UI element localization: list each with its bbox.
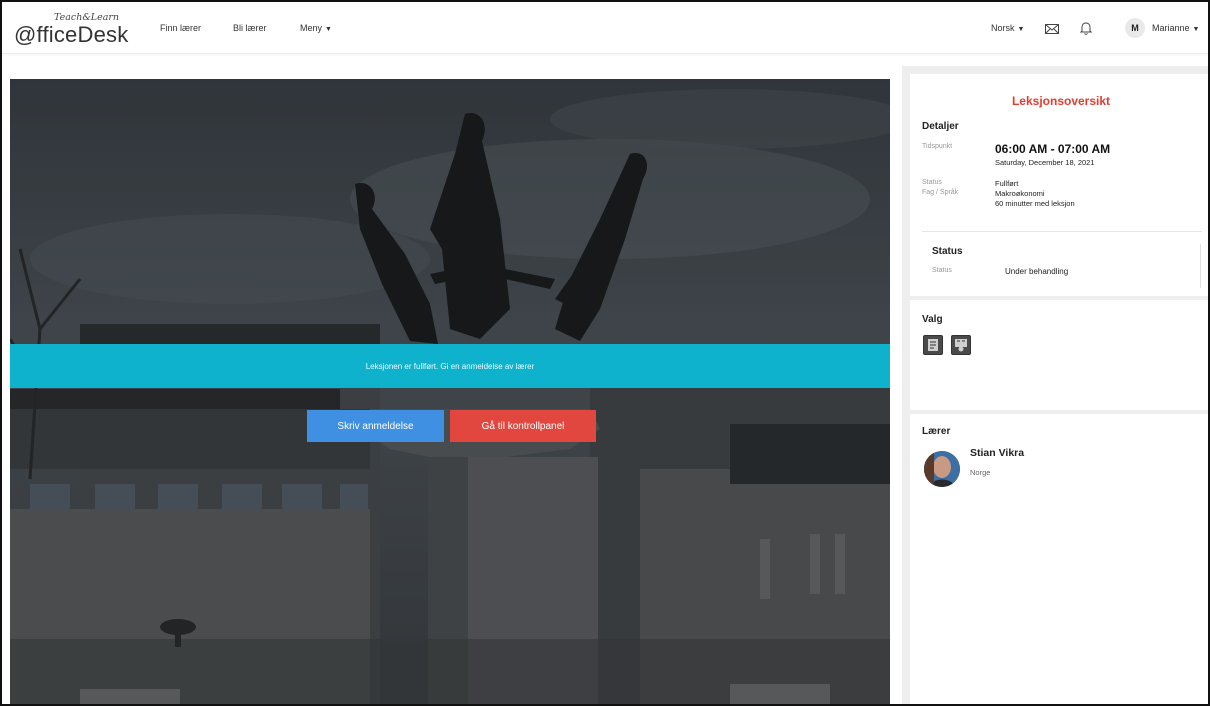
chevron-down-icon: ▼ bbox=[325, 26, 332, 33]
document-icon[interactable] bbox=[923, 335, 943, 355]
top-navbar: Teach&Learn @fficeDesk Finn lærer Bli læ… bbox=[2, 2, 1208, 54]
divider bbox=[1200, 244, 1201, 288]
status2-label: Status bbox=[932, 267, 952, 274]
lesson-complete-banner: Leksjonen er fullført. Gi en anmeldelse … bbox=[10, 344, 890, 388]
options-heading: Valg bbox=[922, 314, 943, 325]
status2-value: Under behandling bbox=[1005, 267, 1069, 276]
status-label: Status bbox=[922, 179, 942, 186]
user-menu[interactable]: Marianne ▼ bbox=[1152, 23, 1199, 33]
nav-find-teacher[interactable]: Finn lærer bbox=[160, 23, 201, 33]
language-select[interactable]: Norsk ▼ bbox=[991, 23, 1024, 33]
teacher-country: Norge bbox=[970, 468, 991, 477]
hero-background-photo bbox=[10, 79, 890, 704]
mail-icon[interactable] bbox=[1044, 21, 1060, 37]
nav-menu-dropdown[interactable]: Meny ▼ bbox=[300, 23, 332, 33]
divider bbox=[922, 231, 1202, 232]
user-name: Marianne bbox=[1152, 23, 1190, 33]
teacher-heading: Lærer bbox=[922, 426, 951, 437]
banner-text: Leksjonen er fullført. Gi en anmeldelse … bbox=[365, 361, 535, 371]
hero-section: Leksjonen er fullført. Gi en anmeldelse … bbox=[10, 79, 890, 704]
teacher-card: Lærer Stian Vikra Norge bbox=[910, 414, 1208, 704]
subject-value: Makroøkonomi bbox=[995, 189, 1045, 198]
details-heading: Detaljer bbox=[922, 121, 959, 132]
teacher-name[interactable]: Stian Vikra bbox=[970, 447, 1024, 459]
status-heading: Status bbox=[932, 246, 963, 257]
options-card: Valg bbox=[910, 300, 1208, 410]
status-value: Fullført bbox=[995, 179, 1019, 188]
language-label: Norsk bbox=[991, 23, 1015, 33]
chevron-down-icon: ▼ bbox=[1192, 26, 1200, 33]
logo[interactable]: Teach&Learn @fficeDesk bbox=[14, 12, 144, 47]
write-review-button[interactable]: Skriv anmeldelse bbox=[307, 410, 444, 442]
duration-value: 60 minutter med leksjon bbox=[995, 199, 1075, 208]
time-label: Tidspunkt bbox=[922, 143, 953, 150]
nav-menu-label: Meny bbox=[300, 23, 323, 33]
time-value: 06:00 AM - 07:00 AM bbox=[995, 142, 1111, 156]
date-value: Saturday, December 18, 2021 bbox=[995, 158, 1095, 167]
logo-text: @fficeDesk bbox=[14, 22, 129, 47]
lesson-overview-card: Leksjonsoversikt Detaljer Tidspunkt 06:0… bbox=[910, 74, 1208, 296]
chevron-down-icon: ▼ bbox=[1017, 26, 1025, 33]
nav-become-teacher[interactable]: Bli lærer bbox=[233, 23, 267, 33]
user-avatar[interactable]: M bbox=[1125, 18, 1145, 38]
subject-label: Fag / Språk bbox=[922, 189, 959, 196]
app-window: Teach&Learn @fficeDesk Finn lærer Bli læ… bbox=[0, 0, 1210, 706]
bell-icon[interactable] bbox=[1078, 20, 1094, 36]
teacher-avatar[interactable] bbox=[924, 451, 960, 487]
go-to-dashboard-button[interactable]: Gå til kontrollpanel bbox=[450, 410, 596, 442]
overview-title: Leksjonsoversikt bbox=[1011, 94, 1111, 108]
video-icon[interactable] bbox=[951, 335, 971, 355]
